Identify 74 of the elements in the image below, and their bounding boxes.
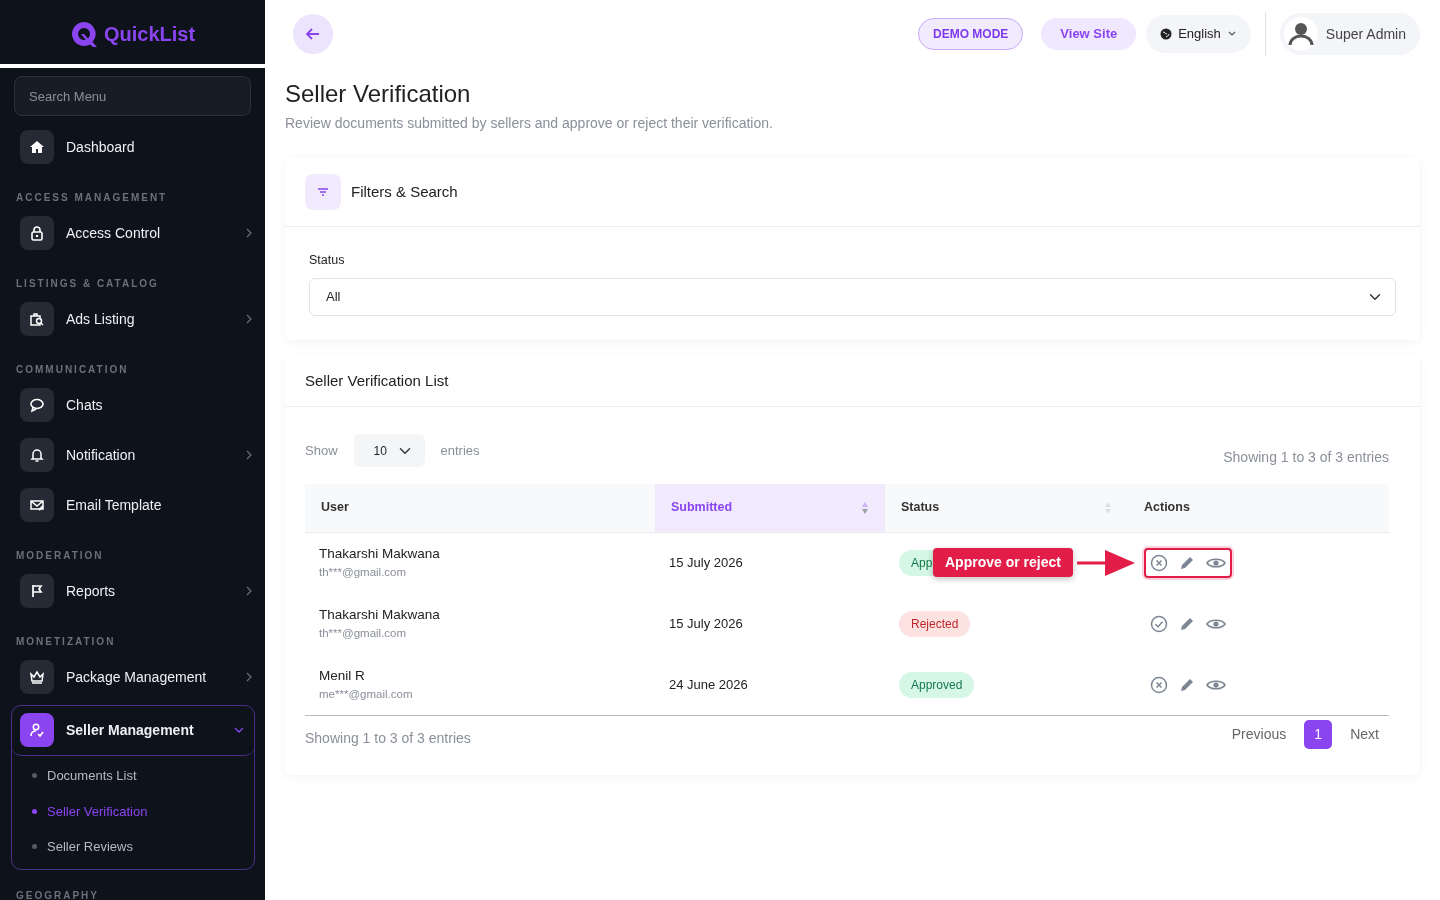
crown-icon — [29, 669, 45, 685]
entries-info: Showing 1 to 3 of 3 entries — [1223, 448, 1389, 468]
user-name: Thakarshi Makwana — [319, 545, 441, 564]
section-label: GEOGRAPHY — [15, 888, 100, 900]
section-label: COMMUNICATION — [15, 363, 130, 377]
user-name: Thakarshi Makwana — [319, 605, 441, 624]
menu-item[interactable]: Notification — [0, 430, 265, 480]
menu-item[interactable]: Package Management — [0, 652, 265, 702]
avatar-icon — [1283, 17, 1318, 51]
page-size-select[interactable]: 10 — [353, 434, 425, 468]
submenu-item[interactable]: Documents List — [12, 758, 254, 794]
column-header: User — [305, 484, 655, 533]
section-label: ACCESS MANAGEMENT — [15, 191, 169, 205]
bell-icon — [29, 447, 45, 463]
arrow-icon — [1076, 547, 1135, 578]
view-site-button[interactable]: View Site — [1041, 18, 1137, 50]
reject-icon[interactable] — [1150, 553, 1168, 572]
date-cell: 15 July 2026 — [655, 532, 885, 594]
demo-mode-badge: DEMO MODE — [918, 18, 1024, 50]
globe-icon — [1160, 28, 1173, 40]
card-title: Filters & Search — [351, 181, 458, 202]
home-icon — [29, 139, 45, 155]
sort-icon — [1104, 500, 1112, 515]
chat-icon — [29, 397, 45, 413]
column-header: Actions — [1128, 484, 1389, 533]
menu-item[interactable]: Email Template — [0, 480, 265, 530]
envelope-icon — [29, 497, 45, 513]
previous-button[interactable]: Previous — [1221, 720, 1297, 750]
menu-item[interactable]: Ads Listing — [0, 294, 265, 344]
field-label: Status — [309, 251, 346, 269]
callout-label: Approve or reject — [933, 548, 1073, 578]
user-name: Menil R — [319, 666, 366, 685]
date-cell-text: 15 July 2026 — [668, 614, 744, 633]
user-email: me***@gmail.com — [319, 687, 414, 703]
page-button[interactable]: 1 — [1304, 720, 1333, 750]
status-select[interactable]: All — [309, 277, 1396, 316]
submenu-item[interactable]: Seller Reviews — [12, 829, 254, 865]
approve-icon[interactable] — [1150, 614, 1168, 633]
menu-item[interactable]: Access Control — [0, 208, 265, 258]
language-dropdown[interactable]: English — [1146, 15, 1251, 53]
menu-item[interactable]: Chats — [0, 380, 265, 430]
status-badge: Approved — [899, 671, 975, 698]
section-label: MONETIZATION — [15, 635, 117, 649]
user-email: th***@gmail.com — [319, 626, 408, 642]
section-label: MODERATION — [15, 549, 105, 563]
user-menu[interactable]: Super Admin — [1279, 13, 1420, 55]
bag-search-icon — [29, 311, 45, 327]
flag-icon — [29, 583, 45, 599]
menu-item[interactable]: Reports — [0, 566, 265, 616]
reject-icon[interactable] — [1150, 675, 1168, 694]
logo-icon — [69, 20, 98, 48]
card-title: Seller Verification List — [305, 370, 449, 391]
menu-item[interactable]: Seller Management — [11, 705, 255, 756]
search-field[interactable]: Search Menu — [14, 76, 251, 116]
page-title: Seller Verification — [285, 80, 472, 109]
status-badge: Rejected — [899, 610, 971, 637]
user-check-icon — [29, 722, 45, 738]
page-subtitle: Review documents submitted by sellers and approve or reject their verification. — [285, 113, 774, 133]
user-email: th***@gmail.com — [319, 565, 408, 581]
lock-icon — [29, 225, 45, 241]
brand-name: QuickList — [103, 22, 196, 47]
back-button[interactable] — [293, 14, 333, 54]
section-label: LISTINGS & CATALOG — [15, 277, 160, 291]
entries-label: entries — [440, 441, 480, 460]
arrow-left-icon — [305, 26, 321, 42]
date-cell-text: 24 June 2026 — [668, 675, 749, 694]
submenu-item[interactable]: Seller Verification — [12, 793, 254, 829]
column-header[interactable]: Status — [885, 484, 1128, 533]
sort-icon — [861, 500, 869, 515]
next-button[interactable]: Next — [1340, 720, 1389, 750]
entries-info: Showing 1 to 3 of 3 entries — [305, 729, 472, 749]
menu-item[interactable]: Dashboard — [0, 122, 265, 172]
column-header[interactable]: Submitted — [655, 484, 885, 533]
show-label: Show — [305, 441, 338, 460]
